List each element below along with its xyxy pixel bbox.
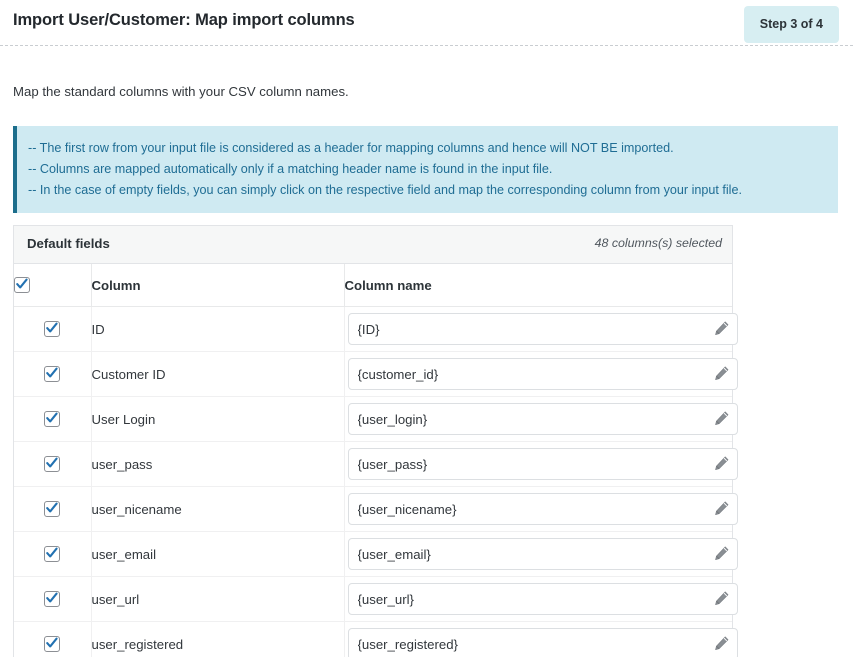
row-checkbox-cell[interactable]: [14, 621, 92, 657]
row-column-name-cell: [344, 486, 738, 532]
import-wizard-page: Import User/Customer: Map import columns…: [0, 0, 853, 657]
intro-description: Map the standard columns with your CSV c…: [13, 84, 349, 99]
pencil-icon[interactable]: [713, 635, 730, 652]
column-name-input[interactable]: [347, 493, 738, 525]
row-checkbox-cell[interactable]: [14, 396, 92, 442]
select-all-header[interactable]: [14, 264, 92, 307]
column-name-field-wrap: [347, 583, 738, 615]
pencil-icon[interactable]: [713, 590, 730, 607]
row-column-name-cell: [344, 531, 738, 577]
column-name-input[interactable]: [347, 403, 738, 435]
checkbox-checked-icon[interactable]: [44, 501, 61, 518]
table-row: ID: [14, 306, 738, 352]
table-row: user_nicename: [14, 486, 738, 532]
checkbox-checked-icon[interactable]: [44, 321, 61, 338]
wizard-header: Import User/Customer: Map import columns…: [0, 0, 853, 46]
row-checkbox-cell[interactable]: [14, 531, 92, 577]
row-column-name-cell: [344, 351, 738, 397]
column-name-field-wrap: [347, 628, 738, 657]
row-column-name-cell: [344, 576, 738, 622]
column-name-field-wrap: [347, 313, 738, 345]
notice-line: -- The first row from your input file is…: [28, 141, 674, 155]
panel-header: Default fields 48 columns(s) selected: [14, 226, 732, 264]
checkbox-checked-icon[interactable]: [14, 277, 30, 294]
column-name-input[interactable]: [347, 313, 738, 345]
default-fields-panel: Default fields 48 columns(s) selected Co…: [13, 225, 738, 657]
pencil-icon[interactable]: [713, 455, 730, 472]
row-checkbox-cell[interactable]: [14, 486, 92, 532]
step-badge: Step 3 of 4: [743, 6, 839, 43]
column-header: Column: [91, 264, 345, 307]
checkbox-checked-icon[interactable]: [44, 411, 61, 428]
panel-title: Default fields: [27, 236, 110, 251]
column-name-input[interactable]: [347, 628, 738, 657]
pencil-icon[interactable]: [713, 410, 730, 427]
info-notice: -- The first row from your input file is…: [13, 126, 838, 213]
table-row: user_pass: [14, 441, 738, 487]
column-name-field-wrap: [347, 493, 738, 525]
column-name-field-wrap: [347, 448, 738, 480]
column-name-field-wrap: [347, 403, 738, 435]
notice-line: -- In the case of empty fields, you can …: [28, 183, 742, 197]
row-column-label: user_nicename: [91, 486, 345, 532]
column-mapping-table: Column Column name ID {ID} Customer ID {…: [14, 264, 738, 657]
pencil-icon[interactable]: [713, 545, 730, 562]
row-checkbox-cell[interactable]: [14, 306, 92, 352]
checkbox-checked-icon[interactable]: [44, 456, 61, 473]
row-column-name-cell: [344, 441, 738, 487]
table-header-row: Column Column name: [14, 264, 732, 307]
checkbox-checked-icon[interactable]: [44, 591, 61, 608]
row-column-label: user_registered: [91, 621, 345, 657]
pencil-icon[interactable]: [713, 320, 730, 337]
column-name-header: Column name: [344, 264, 732, 307]
column-name-field-wrap: [347, 358, 738, 390]
column-name-field-wrap: [347, 538, 738, 570]
selected-count-label: 48 columns(s) selected: [594, 236, 722, 250]
table-row: User Login: [14, 396, 738, 442]
row-column-label: user_pass: [91, 441, 345, 487]
row-column-label: user_email: [91, 531, 345, 577]
column-name-input[interactable]: [347, 538, 738, 570]
table-row: user_email: [14, 531, 738, 577]
page-title: Import User/Customer: Map import columns: [13, 11, 355, 29]
checkbox-checked-icon[interactable]: [44, 546, 61, 563]
checkbox-checked-icon[interactable]: [44, 366, 61, 383]
column-name-input[interactable]: [347, 448, 738, 480]
notice-line: -- Columns are mapped automatically only…: [28, 162, 553, 176]
row-checkbox-cell[interactable]: [14, 441, 92, 487]
row-column-name-cell: [344, 396, 738, 442]
table-row: user_url: [14, 576, 738, 622]
pencil-icon[interactable]: [713, 500, 730, 517]
table-row: Customer ID: [14, 351, 738, 397]
row-column-label: User Login: [91, 396, 345, 442]
checkbox-checked-icon[interactable]: [44, 636, 61, 653]
row-checkbox-cell[interactable]: [14, 576, 92, 622]
row-column-name-cell: [344, 622, 738, 657]
table-row: user_registered: [14, 621, 738, 657]
row-column-name-cell: [344, 306, 738, 352]
pencil-icon[interactable]: [713, 365, 730, 382]
row-column-label: ID: [91, 306, 345, 352]
row-checkbox-cell[interactable]: [14, 351, 92, 397]
column-name-input[interactable]: [347, 358, 738, 390]
column-name-input[interactable]: [347, 583, 738, 615]
row-column-label: Customer ID: [91, 351, 345, 397]
row-column-label: user_url: [91, 576, 345, 622]
table-body: ID Customer ID: [14, 306, 738, 657]
